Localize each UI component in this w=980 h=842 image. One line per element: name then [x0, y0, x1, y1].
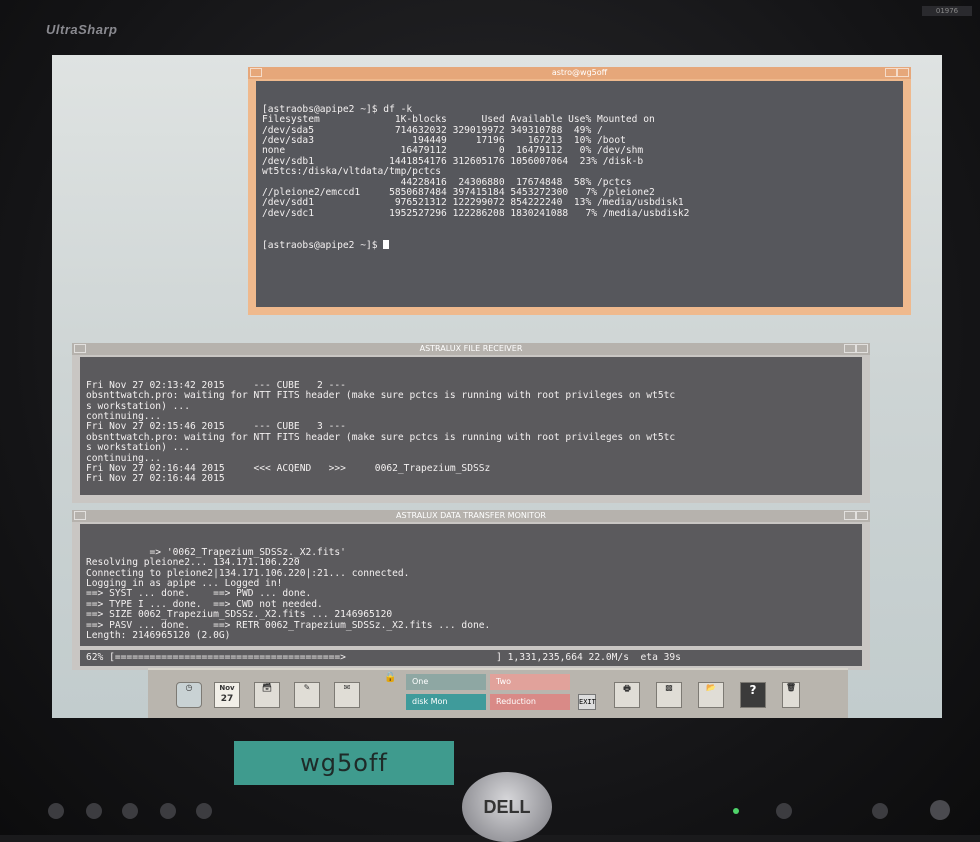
- workspace-disk-mon-button[interactable]: disk Mon: [406, 694, 486, 710]
- maximize-icon[interactable]: [897, 68, 909, 77]
- calendar-month: Nov: [219, 684, 235, 692]
- receiver-output[interactable]: Fri Nov 27 02:13:42 2015 --- CUBE 2 --- o…: [80, 357, 862, 495]
- window-menu-icon[interactable]: [74, 511, 86, 520]
- window-menu-icon[interactable]: [250, 68, 262, 77]
- monitor-brand: UltraSharp: [46, 22, 118, 37]
- clock-icon[interactable]: ◷: [176, 682, 202, 708]
- trash-icon[interactable]: 🗑: [782, 682, 800, 708]
- workspace-reduction-button[interactable]: Reduction: [490, 694, 570, 710]
- calendar-day: 27: [220, 694, 234, 704]
- transfer-lines: => '0062_Trapezium_SDSSz._X2.fits' Resolv…: [86, 547, 856, 642]
- workspace-two-button[interactable]: Two: [490, 674, 570, 690]
- terminal-prompt-line[interactable]: [astraobs@apipe2 ~]$: [262, 240, 897, 251]
- dell-logo: DELL: [462, 772, 552, 842]
- help-label: ?: [749, 683, 757, 697]
- workspace-one-button[interactable]: One: [406, 674, 486, 690]
- window-titlebar[interactable]: astro@wg5off: [248, 67, 911, 79]
- terminal-line: s workstation) ...: [86, 400, 190, 412]
- calendar-icon[interactable]: Nov 27: [214, 682, 240, 708]
- screen: astro@wg5off [astraobs@apipe2 ~]$ df -k F…: [52, 55, 942, 718]
- terminal-prompt: [astraobs@apipe2 ~]$: [262, 240, 384, 252]
- monitor-button[interactable]: [122, 803, 138, 819]
- terminal-line: obsnttwatch.pro: waiting for NTT FITS he…: [86, 390, 676, 402]
- style-manager-icon[interactable]: ▩: [656, 682, 682, 708]
- cde-front-panel: ◷ Nov 27 🗃 ✎ ✉ 🔒 One Two disk Mon Reduct…: [148, 668, 848, 718]
- monitor-button[interactable]: [160, 803, 176, 819]
- power-button[interactable]: [930, 800, 950, 820]
- receiver-lines: Fri Nov 27 02:13:42 2015 --- CUBE 2 --- o…: [86, 380, 856, 485]
- window-title: ASTRALUX DATA TRANSFER MONITOR: [396, 511, 546, 520]
- app-manager-icon[interactable]: 📂: [698, 682, 724, 708]
- monitor-button[interactable]: [872, 803, 888, 819]
- window-title: ASTRALUX FILE RECEIVER: [419, 344, 523, 353]
- exit-icon[interactable]: EXIT: [578, 694, 596, 710]
- monitor-button[interactable]: [48, 803, 64, 819]
- file-receiver-window[interactable]: ASTRALUX FILE RECEIVER Fri Nov 27 02:13:…: [72, 343, 870, 503]
- power-led: [733, 808, 739, 814]
- download-progress: 62% [===================================…: [80, 650, 862, 666]
- mail-icon[interactable]: ✉: [334, 682, 360, 708]
- progress-percent: 62%: [86, 652, 104, 663]
- progress-stats: ] 1,331,235,664 22.0M/s eta 39s: [496, 652, 681, 663]
- terminal-output[interactable]: [astraobs@apipe2 ~]$ df -k Filesystem 1K-…: [256, 81, 903, 307]
- minimize-icon[interactable]: [844, 344, 856, 353]
- monitor-button[interactable]: [86, 803, 102, 819]
- monitor-bezel: UltraSharp 01976 astro@wg5off [astraobs@…: [0, 0, 980, 842]
- corner-tag: 01976: [922, 6, 972, 16]
- monitor-label-tag: wg5off: [234, 741, 454, 785]
- window-title: astro@wg5off: [551, 68, 608, 77]
- window-titlebar[interactable]: ASTRALUX DATA TRANSFER MONITOR: [72, 510, 870, 522]
- transfer-monitor-window[interactable]: ASTRALUX DATA TRANSFER MONITOR => '0062_…: [72, 510, 870, 670]
- terminal-line: obsnttwatch.pro: waiting for NTT FITS he…: [86, 431, 676, 443]
- text-editor-icon[interactable]: ✎: [294, 682, 320, 708]
- terminal-line: Fri Nov 27 02:16:44 2015: [86, 473, 225, 485]
- monitor-button[interactable]: [776, 803, 792, 819]
- file-manager-icon[interactable]: 🗃: [254, 682, 280, 708]
- terminal-line: /dev/sdc1 1952527296 122286208 183024108…: [262, 207, 690, 219]
- monitor-button[interactable]: [196, 803, 212, 819]
- text-cursor: [383, 240, 390, 250]
- maximize-icon[interactable]: [856, 511, 868, 520]
- terminal-line: s workstation) ...: [86, 442, 190, 454]
- window-menu-icon[interactable]: [74, 344, 86, 353]
- progress-bar: [=======================================…: [109, 652, 346, 663]
- transfer-output[interactable]: => '0062_Trapezium_SDSSz._X2.fits' Resolv…: [80, 524, 862, 646]
- maximize-icon[interactable]: [856, 344, 868, 353]
- terminal-line: Length: 2146965120 (2.0G): [86, 630, 231, 642]
- minimize-icon[interactable]: [885, 68, 897, 77]
- terminal-lines: [astraobs@apipe2 ~]$ df -k Filesystem 1K-…: [262, 104, 897, 219]
- terminal-window-df[interactable]: astro@wg5off [astraobs@apipe2 ~]$ df -k F…: [248, 67, 911, 315]
- help-icon[interactable]: ?: [740, 682, 766, 708]
- minimize-icon[interactable]: [844, 511, 856, 520]
- printer-icon[interactable]: 🖶: [614, 682, 640, 708]
- window-titlebar[interactable]: ASTRALUX FILE RECEIVER: [72, 343, 870, 355]
- lock-icon[interactable]: 🔒: [384, 672, 398, 686]
